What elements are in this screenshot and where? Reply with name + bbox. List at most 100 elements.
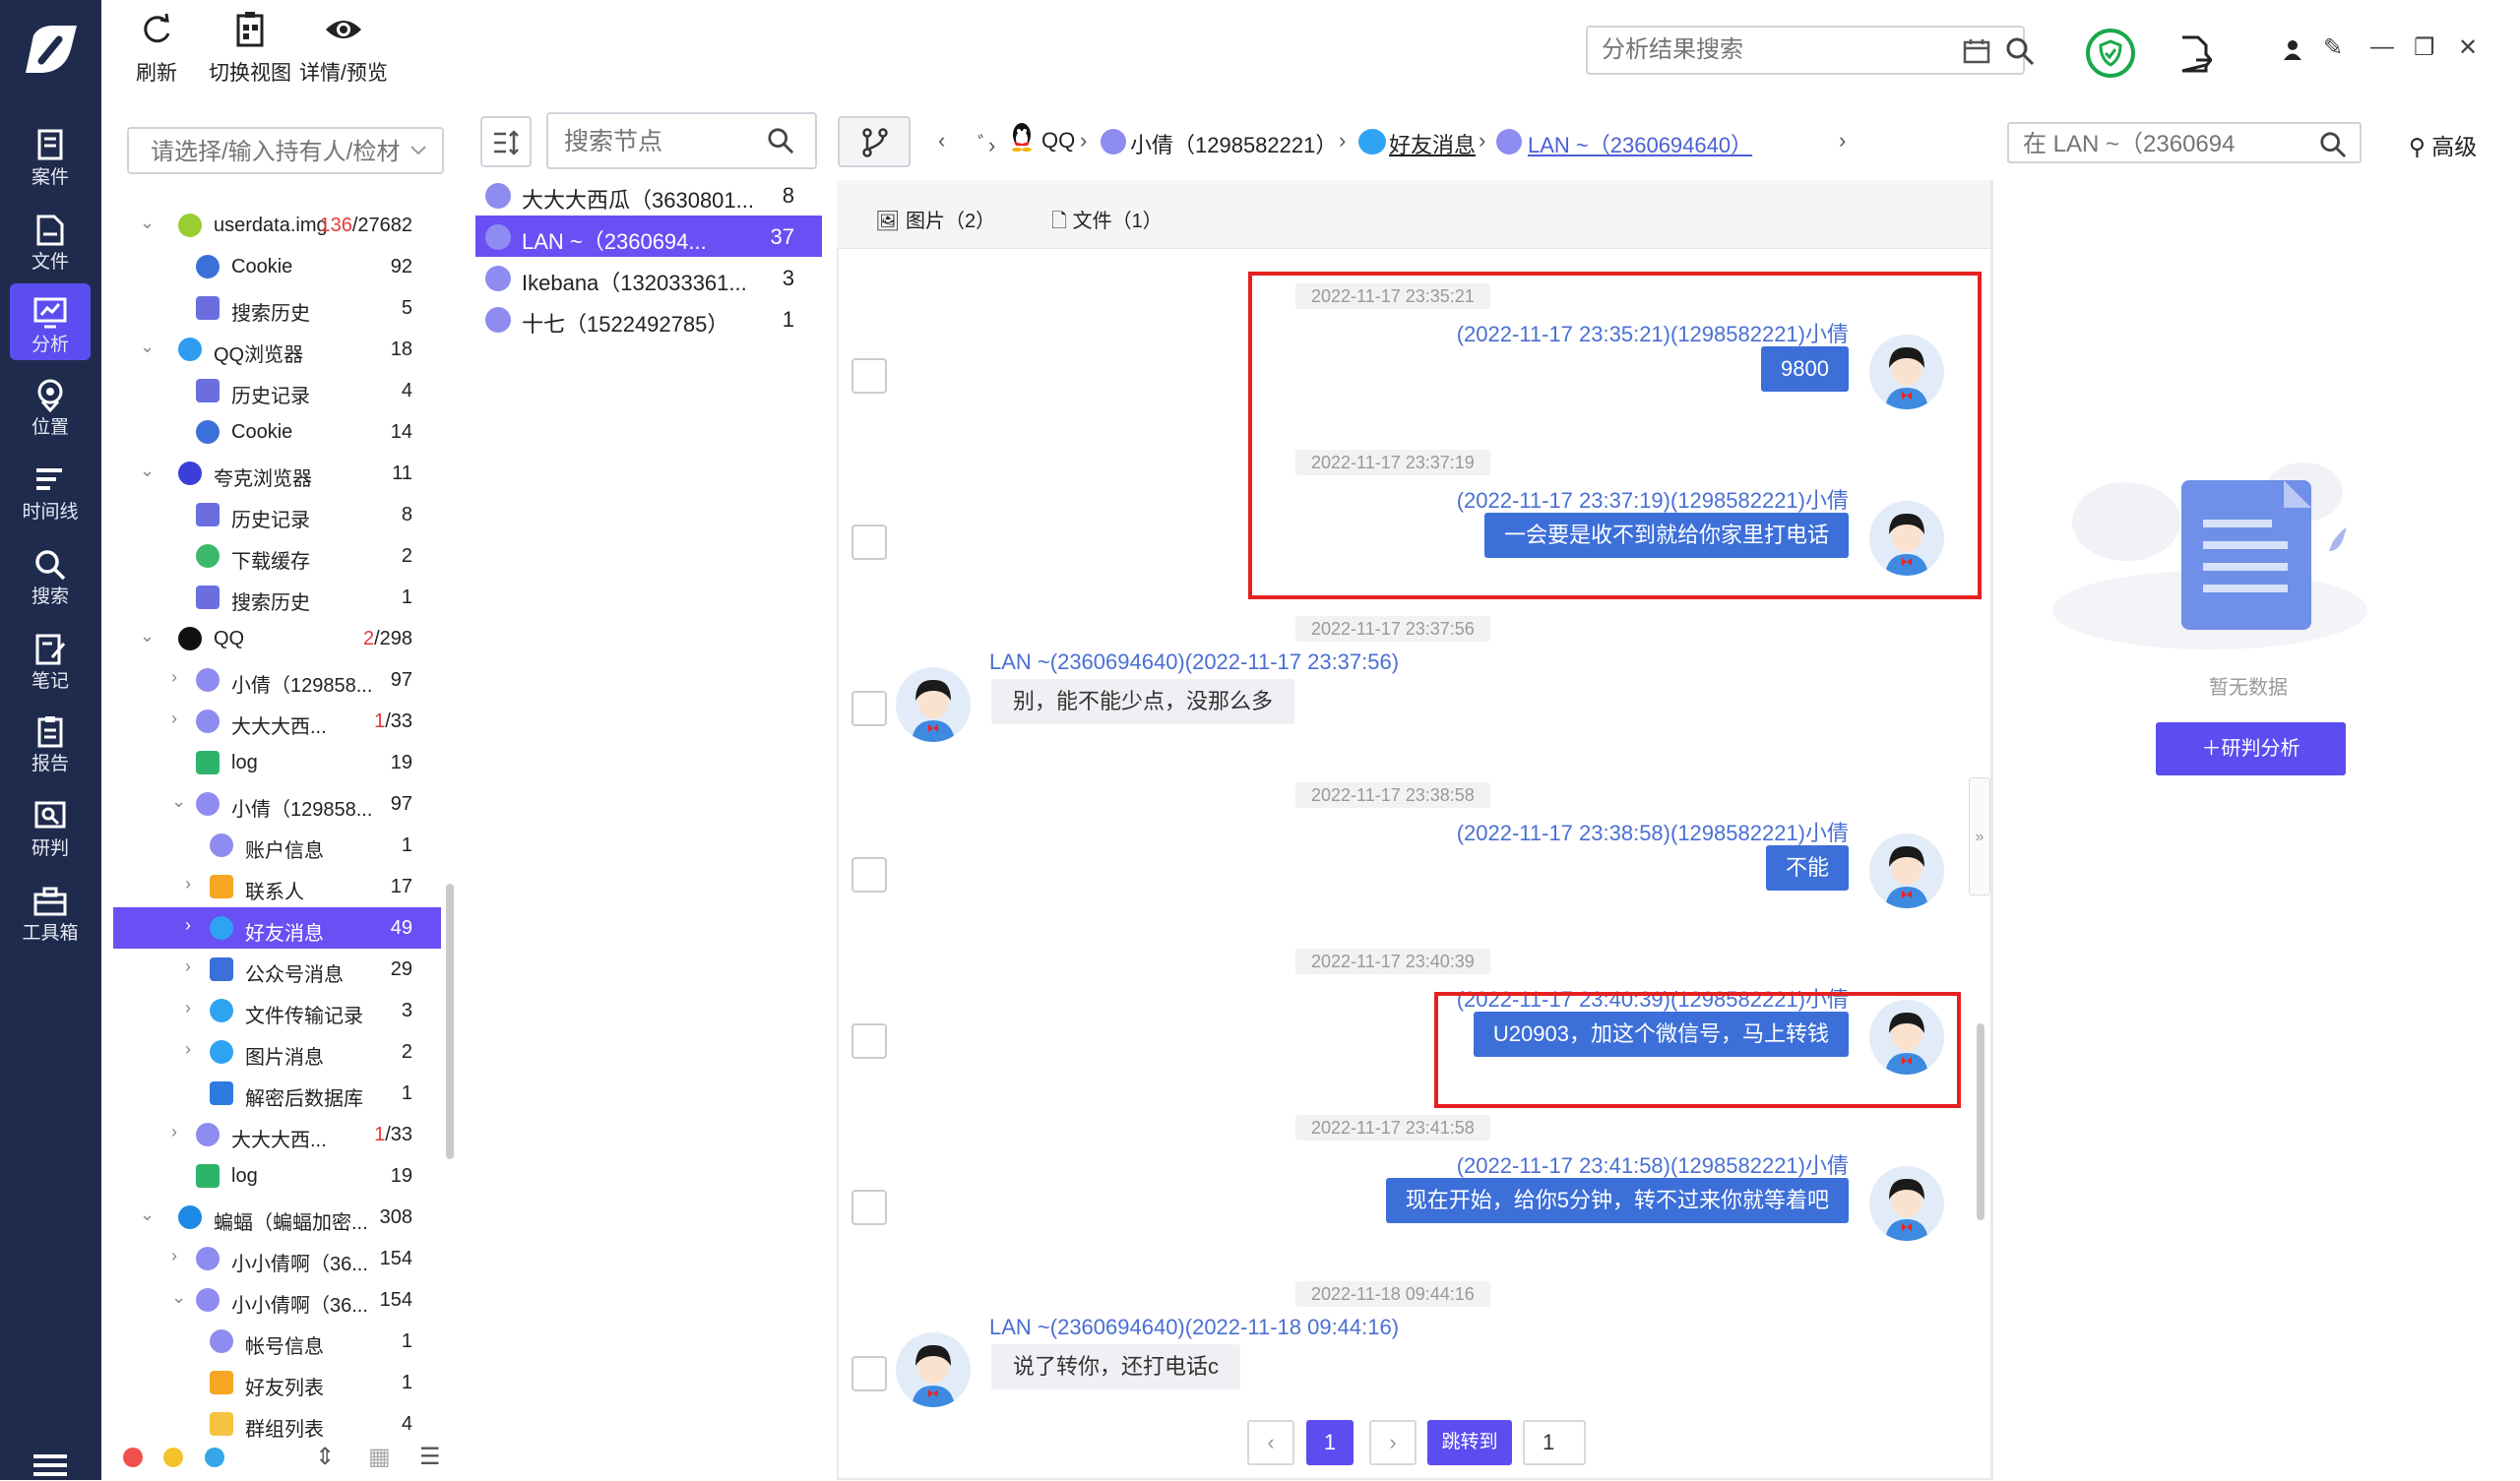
nav-item-report[interactable]: 报告 <box>10 703 91 779</box>
chevron-right-icon[interactable]: › <box>185 998 191 1018</box>
chevron-right-icon[interactable]: › <box>185 874 191 895</box>
breadcrumb-friend-messages[interactable]: 好友消息 <box>1389 128 1476 159</box>
search-icon[interactable] <box>2005 36 2035 66</box>
nav-item-location[interactable]: 位置 <box>10 366 91 443</box>
refresh-button[interactable]: 刷新 <box>136 10 177 87</box>
export-file-icon[interactable] <box>2178 35 2212 73</box>
tree-row[interactable]: › 文件传输记录 3 <box>113 990 441 1031</box>
breadcrumb-user[interactable]: 小倩（1298582221） <box>1130 128 1337 159</box>
chevron-down-icon[interactable]: ⌄ <box>140 626 155 647</box>
breadcrumb-qq[interactable]: QQ <box>1041 128 1075 154</box>
tree-row[interactable]: › 联系人 17 <box>113 866 441 907</box>
chevron-right-icon[interactable]: › <box>171 1122 177 1142</box>
nav-item-file[interactable]: 文件 <box>10 201 91 278</box>
message-checkbox[interactable] <box>851 1023 887 1059</box>
message-checkbox[interactable] <box>851 1356 887 1391</box>
menu-icon[interactable] <box>33 1454 67 1481</box>
tree-row[interactable]: ⌄ QQ浏览器 18 <box>113 329 441 370</box>
detail-preview-button[interactable]: 详情/预览 <box>299 10 388 87</box>
chevron-down-icon[interactable]: ⌄ <box>140 213 155 233</box>
message-checkbox[interactable] <box>851 358 887 394</box>
message-checkbox[interactable] <box>851 525 887 560</box>
message-bubble[interactable]: 现在开始，给你5分钟，转不过来你就等着吧 <box>1385 1178 1849 1223</box>
tree-row[interactable]: 帐号信息 1 <box>113 1321 441 1362</box>
expand-collapse-icon[interactable]: ⇕ <box>315 1443 335 1471</box>
tree-row[interactable]: ⌄ QQ 2/298 <box>113 618 441 659</box>
branch-button[interactable] <box>838 116 911 167</box>
tree-row[interactable]: 账户信息 1 <box>113 825 441 866</box>
nav-item-timeline[interactable]: 时间线 <box>10 451 91 527</box>
tree-row[interactable]: › 小倩（129858... 97 <box>113 659 441 701</box>
nav-item-search[interactable]: 搜索 <box>10 535 91 612</box>
node-row[interactable]: 十七（1522492785） 1 <box>475 298 822 339</box>
tree-row[interactable]: › 大大大西... 1/33 <box>113 701 441 742</box>
judge-analysis-button[interactable]: ＋研判分析 <box>2156 722 2346 775</box>
tab-images[interactable]: 🖼 图片（2） <box>875 205 995 233</box>
tab-files[interactable]: 🗋 文件（1） <box>1051 205 1163 240</box>
message-checkbox[interactable] <box>851 1190 887 1225</box>
tree-row[interactable]: log 19 <box>113 1155 441 1197</box>
chevron-down-icon[interactable]: ⌄ <box>140 461 155 481</box>
switch-view-button[interactable]: 切换视图 <box>209 10 291 87</box>
tree-row[interactable]: ⌄ 蝙蝠（蝙蝠加密... 308 <box>113 1197 441 1238</box>
goto-page-input[interactable]: 1 <box>1523 1420 1586 1465</box>
tree-row[interactable]: › 小小倩啊（36... 154 <box>113 1238 441 1279</box>
chevron-down-icon[interactable]: ⌄ <box>140 337 155 357</box>
holder-select-input[interactable] <box>151 139 407 166</box>
tree-scrollbar[interactable] <box>446 884 454 1159</box>
goto-page-button[interactable]: 跳转到 <box>1427 1420 1512 1465</box>
list-view-icon[interactable]: ☰ <box>419 1443 441 1471</box>
tree-row[interactable]: 历史记录 4 <box>113 370 441 411</box>
tree-row[interactable]: Cookie 92 <box>113 246 441 287</box>
message-bubble[interactable]: 说了转你，还打电话c <box>991 1344 1241 1389</box>
chevron-down-icon[interactable]: ⌄ <box>171 1287 186 1308</box>
message-checkbox[interactable] <box>851 857 887 893</box>
node-row[interactable]: 大大大西瓜（3630801... 8 <box>475 174 822 216</box>
node-row[interactable]: LAN ~（2360694... 37 <box>475 216 822 257</box>
user-icon[interactable] <box>2282 39 2303 61</box>
chevron-down-icon[interactable]: ⌄ <box>171 791 186 812</box>
tree-row[interactable]: › 大大大西... 1/33 <box>113 1114 441 1155</box>
node-search-input[interactable] <box>564 128 761 156</box>
tree-row[interactable]: Cookie 14 <box>113 411 441 453</box>
tree-row[interactable]: ⌄ 小倩（129858... 97 <box>113 783 441 825</box>
sort-button[interactable] <box>480 116 532 167</box>
shield-check-icon[interactable] <box>2085 28 2136 79</box>
chevron-right-icon[interactable]: › <box>171 709 177 729</box>
tree-row[interactable]: ⌄ 小小倩啊（36... 154 <box>113 1279 441 1321</box>
analysis-search-input[interactable] <box>1602 35 1897 65</box>
message-bubble[interactable]: 别，能不能少点，没那么多 <box>991 679 1295 724</box>
breadcrumb-contact[interactable]: LAN ~（2360694640） <box>1528 128 1752 159</box>
chevron-down-icon[interactable]: ⌄ <box>140 1204 155 1225</box>
calendar-icon[interactable] <box>1963 38 1990 64</box>
next-page-button[interactable]: › <box>1369 1420 1417 1465</box>
chevron-right-icon[interactable]: › <box>171 1246 177 1266</box>
tree-row[interactable]: 解密后数据库 1 <box>113 1073 441 1114</box>
tree-row[interactable]: › 公众号消息 29 <box>113 949 441 990</box>
grid-view-icon[interactable]: ▦ <box>368 1443 391 1471</box>
search-icon[interactable] <box>767 127 794 154</box>
tree-row[interactable]: ⌄ 夸克浏览器 11 <box>113 453 441 494</box>
chat-scrollbar[interactable] <box>1977 1023 1984 1220</box>
advanced-search-button[interactable]: ⚲ 高级 <box>2409 128 2477 161</box>
chevron-right-icon[interactable]: › <box>171 667 177 688</box>
search-icon[interactable] <box>2319 131 2347 158</box>
restore-icon[interactable]: ❐ <box>2414 33 2435 62</box>
nav-item-judge[interactable]: 研判 <box>10 787 91 864</box>
tree-row[interactable]: 群组列表 4 <box>113 1403 441 1445</box>
tree-row[interactable]: 搜索历史 1 <box>113 577 441 618</box>
nav-item-toolbox[interactable]: 工具箱 <box>10 872 91 949</box>
collapse-panel-button[interactable]: » <box>1969 777 1990 895</box>
tree-row[interactable]: log 19 <box>113 742 441 783</box>
conversation-search-input[interactable] <box>2023 131 2289 158</box>
tree-row[interactable]: › 好友消息 49 <box>113 907 441 949</box>
tree-row[interactable]: 搜索历史 5 <box>113 287 441 329</box>
tree-row[interactable]: 下载缓存 2 <box>113 535 441 577</box>
prev-page-button[interactable]: ‹ <box>1247 1420 1294 1465</box>
tree-row[interactable]: ⌄ userdata.img 136/27682 <box>113 205 441 246</box>
current-page[interactable]: 1 <box>1306 1420 1354 1465</box>
breadcrumb-back[interactable]: ‹ <box>938 128 945 154</box>
breadcrumb-forward[interactable]: › <box>1839 128 1846 154</box>
chevron-right-icon[interactable]: › <box>185 915 191 936</box>
holder-select[interactable] <box>127 127 444 174</box>
